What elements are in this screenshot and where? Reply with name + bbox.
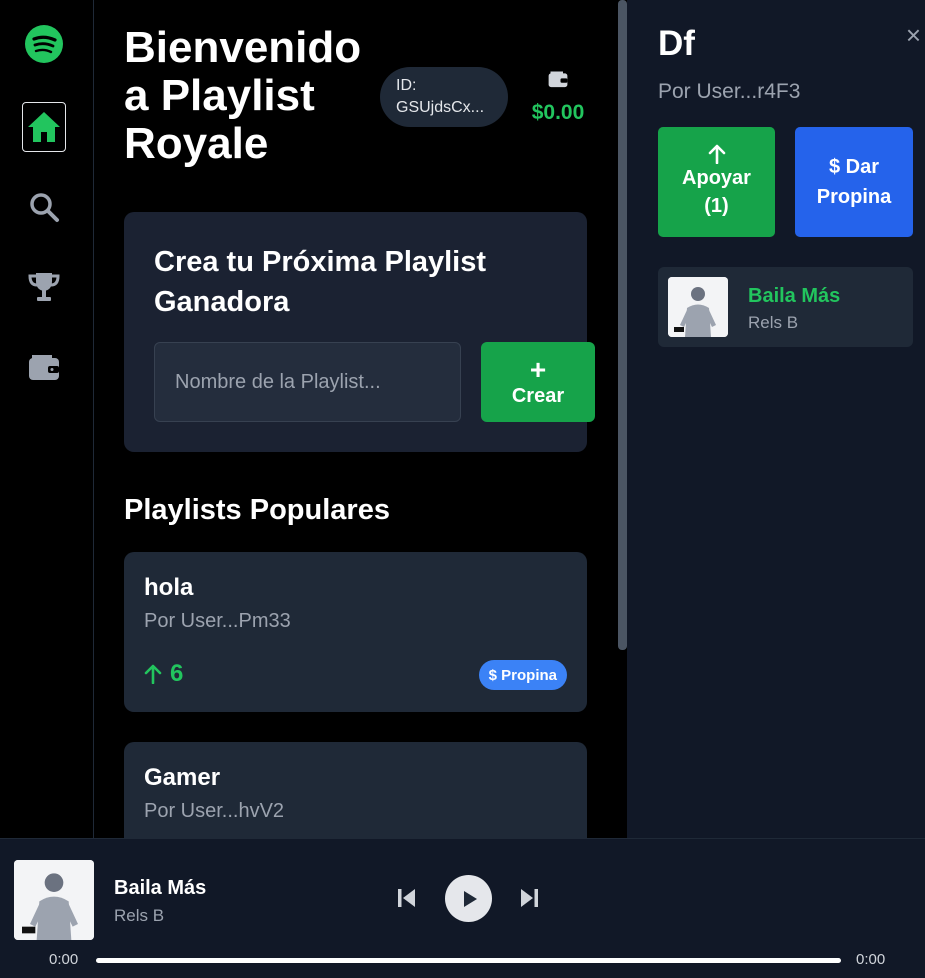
wallet-icon xyxy=(548,71,568,88)
tip-button[interactable]: $ Propina xyxy=(478,660,567,690)
popular-playlists-heading: Playlists Populares xyxy=(124,494,390,526)
panel-title: Df xyxy=(658,24,695,63)
give-tip-button[interactable]: $ Dar Propina xyxy=(795,127,913,237)
main-content: Bienvenido a Playlist Royale ID: GSUjdsC… xyxy=(94,0,614,838)
main-scrollbar[interactable] xyxy=(618,0,627,650)
next-button[interactable] xyxy=(517,885,543,911)
balance-amount: $0.00 xyxy=(531,101,585,124)
song-list-item[interactable]: Baila Más Rels B xyxy=(658,267,913,347)
panel-owner: Por User...r4F3 xyxy=(658,80,801,103)
skip-back-icon xyxy=(398,889,415,907)
playlist-owner: Por User...hvV2 xyxy=(144,800,285,822)
close-icon[interactable]: × xyxy=(906,20,921,51)
playlist-name: hola xyxy=(144,574,194,601)
album-art xyxy=(14,860,94,940)
trophy-icon xyxy=(28,273,60,301)
create-playlist-button[interactable]: + Crear xyxy=(481,342,595,422)
playlist-name: Gamer xyxy=(144,764,221,791)
playlist-owner: Por User...Pm33 xyxy=(144,610,291,632)
playlist-detail-panel: Df × Por User...r4F3 Apoyar (1) $ Dar Pr… xyxy=(627,0,925,838)
playlist-card[interactable]: hola Por User...Pm33 6 $ Propina xyxy=(124,552,587,712)
now-playing-artist: Rels B xyxy=(114,906,165,925)
create-button-label: Crear xyxy=(511,385,565,407)
search-icon xyxy=(30,193,59,222)
create-playlist-card: Crea tu Próxima Playlist Ganadora + Crea… xyxy=(124,212,595,452)
support-button[interactable]: Apoyar (1) xyxy=(658,127,775,237)
page-title: Bienvenido a Playlist Royale xyxy=(124,23,362,168)
previous-button[interactable] xyxy=(393,885,419,911)
vote-count[interactable]: 6 xyxy=(144,660,183,688)
arrow-up-icon xyxy=(708,144,725,164)
sidebar-item-wallet[interactable] xyxy=(22,342,66,392)
vote-count-value: 6 xyxy=(170,660,184,687)
app-root: Bienvenido a Playlist Royale ID: GSUjdsC… xyxy=(0,0,925,978)
sidebar-item-search[interactable] xyxy=(22,182,66,232)
support-label: Apoyar xyxy=(682,167,751,189)
play-button[interactable] xyxy=(445,875,492,922)
duration: 0:00 xyxy=(856,951,886,968)
user-id-value: GSUjdsCx... xyxy=(396,99,485,116)
arrow-up-icon xyxy=(144,664,162,684)
plus-icon: + xyxy=(529,354,547,385)
current-time: 0:00 xyxy=(49,951,79,968)
support-count: (1) xyxy=(704,195,729,217)
playlist-card[interactable]: Gamer Por User...hvV2 xyxy=(124,742,587,838)
sidebar xyxy=(0,0,94,838)
progress-bar[interactable] xyxy=(96,958,841,963)
player-bar: Baila Más Rels B 0:00 0:00 xyxy=(0,838,925,978)
wallet-icon xyxy=(29,355,59,380)
user-id-label: ID: xyxy=(396,77,417,94)
sidebar-item-home[interactable] xyxy=(22,102,66,152)
wallet-balance[interactable]: $0.00 xyxy=(527,70,589,125)
sidebar-item-leaderboard[interactable] xyxy=(22,262,66,312)
home-icon xyxy=(28,112,60,142)
user-id-pill[interactable]: ID: GSUjdsCx... xyxy=(380,67,508,127)
playlist-name-input[interactable] xyxy=(154,342,461,422)
create-playlist-title: Crea tu Próxima Playlist Ganadora xyxy=(154,246,487,318)
now-playing-title: Baila Más xyxy=(114,877,207,899)
play-icon xyxy=(463,890,477,907)
album-art xyxy=(668,277,728,337)
spotify-logo-icon[interactable] xyxy=(25,25,63,63)
song-title: Baila Más xyxy=(748,285,841,307)
song-artist: Rels B xyxy=(748,313,799,332)
skip-forward-icon xyxy=(521,889,538,907)
